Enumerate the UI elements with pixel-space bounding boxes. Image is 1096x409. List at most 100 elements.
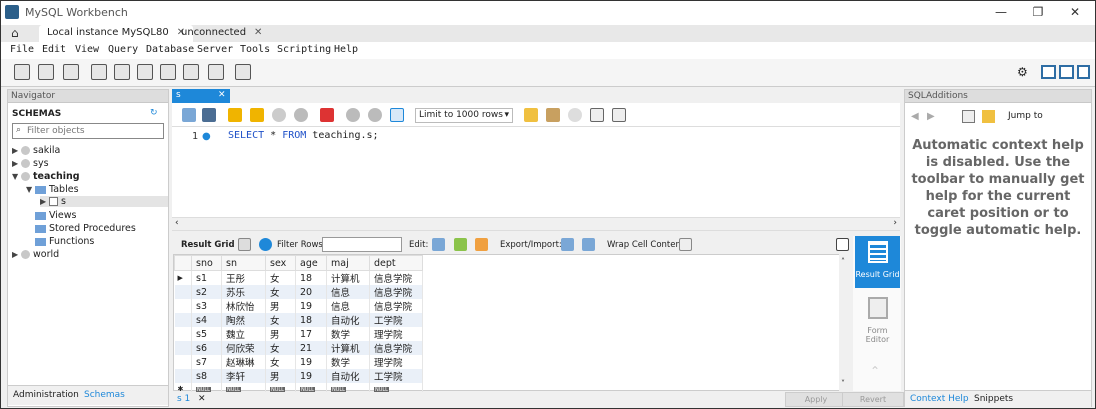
- cell[interactable]: 信息学院: [369, 341, 423, 355]
- close-tab-icon[interactable]: ✕: [254, 27, 262, 38]
- row-selector[interactable]: [174, 341, 192, 355]
- more-panels-icon[interactable]: ⌃: [870, 364, 880, 378]
- tab-context-help[interactable]: Context Help: [910, 394, 969, 404]
- minimize-button[interactable]: —: [991, 5, 1011, 19]
- filter-objects-input[interactable]: [12, 123, 164, 139]
- cell[interactable]: 理学院: [369, 355, 423, 369]
- schema-world[interactable]: ▶ world: [12, 249, 59, 260]
- menu-file[interactable]: File: [10, 44, 34, 55]
- commit-icon[interactable]: [346, 108, 360, 122]
- restore-button[interactable]: ❐: [1028, 5, 1048, 19]
- cell[interactable]: 赵琳琳: [221, 355, 266, 369]
- cell[interactable]: 计算机: [326, 341, 370, 355]
- tree-stored-procedures[interactable]: Stored Procedures: [35, 223, 136, 234]
- manual-help-icon[interactable]: [962, 110, 975, 123]
- schema-sakila[interactable]: ▶ sakila: [12, 145, 60, 156]
- sql-editor[interactable]: 1 ● SELECT * FROM teaching.s;: [172, 127, 900, 217]
- cell[interactable]: 21: [295, 341, 327, 355]
- cell[interactable]: 19: [295, 355, 327, 369]
- refresh-icon[interactable]: ↻: [150, 108, 158, 118]
- column-header-dept[interactable]: dept: [369, 255, 423, 271]
- cell[interactable]: 王彤: [221, 270, 266, 285]
- query-tab-s[interactable]: s ✕: [172, 89, 230, 103]
- cell[interactable]: s1: [191, 270, 222, 285]
- add-snippet-icon[interactable]: [524, 108, 538, 122]
- cell[interactable]: s7: [191, 355, 222, 369]
- scroll-down-icon[interactable]: ˅: [841, 379, 845, 388]
- forward-icon[interactable]: ▶: [927, 111, 935, 122]
- column-header-sex[interactable]: sex: [265, 255, 296, 271]
- apply-button[interactable]: Apply: [785, 392, 847, 407]
- column-header-sno[interactable]: sno: [191, 255, 222, 271]
- wrap-cell-icon[interactable]: [679, 238, 692, 251]
- beautify-icon[interactable]: [546, 108, 560, 122]
- tree-table-s[interactable]: ▶ s: [40, 196, 168, 207]
- cell[interactable]: 女: [265, 341, 296, 355]
- cell[interactable]: 苏乐: [221, 285, 266, 299]
- row-selector[interactable]: [174, 285, 192, 299]
- cell[interactable]: 男: [265, 369, 296, 383]
- grid-vertical-scrollbar[interactable]: ˄ ˅: [839, 254, 851, 391]
- create-procedure-icon[interactable]: [160, 64, 176, 80]
- editor-horizontal-scrollbar[interactable]: ‹ ›: [172, 217, 900, 231]
- open-sql-script-icon[interactable]: [38, 64, 54, 80]
- menu-help[interactable]: Help: [334, 44, 358, 55]
- row-selector[interactable]: [174, 299, 192, 313]
- cell[interactable]: 李轩: [221, 369, 266, 383]
- result-grid-button[interactable]: Result Grid: [855, 236, 900, 288]
- export-icon[interactable]: [561, 238, 574, 251]
- limit-rows-select[interactable]: Limit to 1000 rows ▾: [415, 108, 513, 123]
- menu-query[interactable]: Query: [108, 44, 138, 55]
- reconnect-icon[interactable]: [235, 64, 251, 80]
- tab-unconnected[interactable]: unconnected ✕: [173, 25, 270, 42]
- cell[interactable]: 女: [265, 313, 296, 327]
- column-header-age[interactable]: age: [295, 255, 327, 271]
- word-wrap-icon[interactable]: [612, 108, 626, 122]
- cell[interactable]: 计算机: [326, 270, 370, 285]
- result-tab-s1[interactable]: s 1: [177, 394, 190, 404]
- cell[interactable]: 信息学院: [369, 299, 423, 313]
- scroll-right-icon[interactable]: ›: [893, 218, 897, 228]
- toggle-navigator-icon[interactable]: [1041, 65, 1056, 79]
- cell[interactable]: 17: [295, 327, 327, 341]
- cell[interactable]: s3: [191, 299, 222, 313]
- refresh-results-icon[interactable]: [259, 238, 272, 251]
- sql-text[interactable]: SELECT * FROM teaching.s;: [228, 130, 379, 141]
- revert-button[interactable]: Revert: [842, 392, 904, 407]
- create-table-icon[interactable]: [114, 64, 130, 80]
- search-table-data-icon[interactable]: [208, 64, 224, 80]
- create-schema-icon[interactable]: [91, 64, 107, 80]
- cell[interactable]: 自动化: [326, 313, 370, 327]
- row-selector[interactable]: [174, 355, 192, 369]
- row-selector[interactable]: [174, 313, 192, 327]
- inspector-icon[interactable]: [63, 64, 79, 80]
- auto-help-icon[interactable]: [982, 110, 995, 123]
- cell[interactable]: 19: [295, 369, 327, 383]
- row-selector[interactable]: [174, 369, 192, 383]
- cell[interactable]: 数学: [326, 355, 370, 369]
- menu-view[interactable]: View: [75, 44, 99, 55]
- import-icon[interactable]: [582, 238, 595, 251]
- tab-schemas[interactable]: Schemas: [84, 390, 125, 400]
- toggle-output-icon[interactable]: [1059, 65, 1074, 79]
- cell[interactable]: 数学: [326, 327, 370, 341]
- cell[interactable]: s2: [191, 285, 222, 299]
- cell[interactable]: 信息学院: [369, 270, 423, 285]
- schema-sys[interactable]: ▶ sys: [12, 158, 49, 169]
- cell[interactable]: 信息: [326, 299, 370, 313]
- create-function-icon[interactable]: [183, 64, 199, 80]
- tab-snippets[interactable]: Snippets: [974, 394, 1013, 404]
- cell[interactable]: 女: [265, 285, 296, 299]
- close-window-button[interactable]: ✕: [1065, 5, 1085, 19]
- cell[interactable]: 陶然: [221, 313, 266, 327]
- cell[interactable]: 女: [265, 355, 296, 369]
- tree-views[interactable]: Views: [35, 210, 77, 221]
- open-file-icon[interactable]: [182, 108, 196, 122]
- form-editor-button[interactable]: Form Editor: [855, 292, 900, 344]
- row-selector[interactable]: [174, 327, 192, 341]
- invisible-chars-icon[interactable]: [590, 108, 604, 122]
- cell[interactable]: 林欣怡: [221, 299, 266, 313]
- back-icon[interactable]: ◀: [911, 111, 919, 122]
- toggle-panel-icon[interactable]: [836, 238, 849, 251]
- tree-functions[interactable]: Functions: [35, 236, 94, 247]
